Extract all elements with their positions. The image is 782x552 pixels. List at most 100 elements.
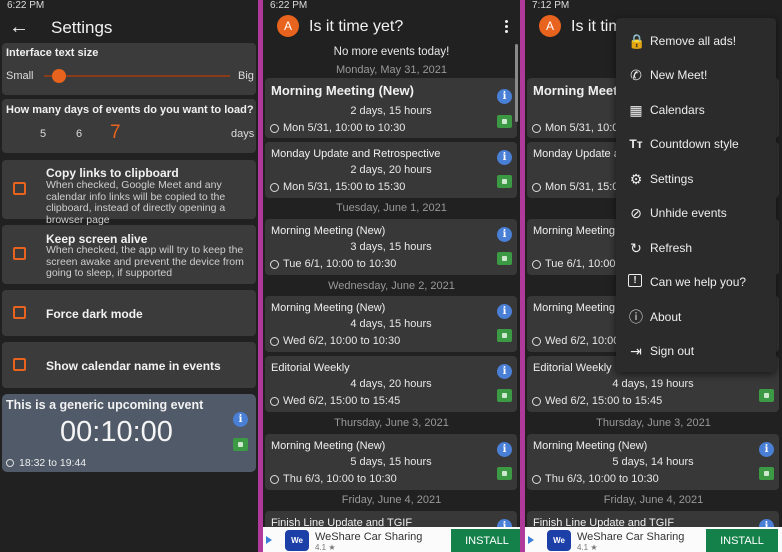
text-size-slider[interactable] — [44, 75, 230, 77]
menu-item-label: Sign out — [650, 344, 695, 358]
event-title: Morning Meeting (New) — [271, 225, 386, 237]
status-time: 7:12 PM — [532, 0, 570, 11]
option-copy-links[interactable]: Copy links to clipboard When checked, Go… — [2, 160, 256, 225]
screenshot-collage: 6:22 PM ← Settings Interface text size S… — [0, 0, 782, 552]
event-countdown: 2 days, 15 hours — [350, 105, 432, 117]
app-title: Is it time yet? — [309, 18, 404, 35]
checkbox[interactable] — [13, 182, 26, 195]
menu-item-help[interactable]: ! Can we help you? — [616, 265, 776, 299]
days-option[interactable]: 5 — [40, 128, 46, 140]
checkbox[interactable] — [13, 247, 26, 260]
menu-item-refresh[interactable]: ↻ Refresh — [616, 231, 776, 265]
clock-icon — [532, 397, 541, 406]
meet-icon[interactable] — [759, 389, 774, 402]
date-header: Wednesday, June 2, 2021 — [328, 280, 455, 292]
avatar[interactable]: A — [539, 15, 561, 37]
meet-icon[interactable] — [233, 438, 248, 451]
info-icon[interactable]: i — [233, 412, 248, 427]
days-card: How many days of events do you want to l… — [2, 99, 256, 153]
days-option-selected[interactable]: 7 — [110, 122, 121, 144]
back-arrow-icon[interactable]: ← — [9, 16, 29, 39]
menu-item-label: Can we help you? — [650, 275, 747, 289]
option-force-dark-mode[interactable]: Force dark mode — [2, 290, 256, 336]
date-header: Tuesday, June 1, 2021 — [336, 202, 447, 214]
events-screen-menu-open: 7:12 PM A Is it time yet? Morning Meetin… — [525, 0, 782, 552]
meet-icon[interactable] — [497, 115, 512, 128]
option-show-calendar-name[interactable]: Show calendar name in events — [2, 342, 256, 388]
event-countdown: 4 days, 20 hours — [350, 378, 432, 390]
event-card[interactable]: Morning Meeting (New) 3 days, 15 hours T… — [265, 219, 517, 275]
slider-thumb[interactable] — [51, 69, 66, 83]
ad-choices-icon[interactable] — [266, 536, 272, 544]
alarm-off-icon: ⊘ — [630, 205, 642, 221]
scrollbar[interactable] — [515, 44, 518, 122]
ad-rating: 4.1 ★ — [315, 543, 336, 552]
install-button[interactable]: INSTALL — [706, 529, 778, 552]
info-icon[interactable]: i — [497, 150, 512, 165]
option-title: Copy links to clipboard — [46, 166, 179, 180]
event-title: Morning Meeting (New) — [271, 440, 386, 452]
checkbox[interactable] — [13, 358, 26, 371]
meet-icon[interactable] — [497, 175, 512, 188]
preview-event-card[interactable]: This is a generic upcoming event 00:10:0… — [2, 394, 256, 472]
status-time: 6:22 PM — [7, 0, 45, 11]
meet-icon[interactable] — [759, 467, 774, 480]
event-countdown: 5 days, 15 hours — [350, 456, 432, 468]
info-icon[interactable]: i — [497, 442, 512, 457]
menu-item-label: New Meet! — [650, 68, 708, 82]
menu-item-unhide-events[interactable]: ⊘ Unhide events — [616, 196, 776, 230]
event-title: Morning Meeting (New) — [533, 440, 648, 452]
event-time: Wed 6/2, 10:00 to 10:30 — [283, 335, 401, 347]
event-card[interactable]: Morning Meeting (New) 5 days, 14 hours T… — [527, 434, 779, 490]
event-card[interactable]: Monday Update and Retrospective 2 days, … — [265, 142, 517, 198]
event-countdown: 3 days, 15 hours — [350, 241, 432, 253]
menu-item-label: Settings — [650, 172, 694, 186]
menu-item-remove-ads[interactable]: 🔒 Remove all ads! — [616, 24, 776, 58]
calendar-icon: ▦ — [629, 102, 643, 118]
info-icon[interactable]: i — [497, 304, 512, 319]
menu-item-label: Calendars — [650, 103, 705, 117]
event-title: Morning Meeting (New) — [271, 302, 386, 314]
event-card[interactable]: Morning Meeting (New) 5 days, 15 hours T… — [265, 434, 517, 490]
days-unit: days — [231, 128, 255, 140]
info-icon[interactable]: i — [497, 364, 512, 379]
date-header: Friday, June 4, 2021 — [603, 494, 704, 506]
days-option[interactable]: 6 — [76, 128, 82, 140]
menu-item-sign-out[interactable]: ⇥ Sign out — [616, 334, 776, 368]
text-size-small-label: Small — [6, 70, 34, 82]
meet-icon[interactable] — [497, 252, 512, 265]
meet-icon[interactable] — [497, 329, 512, 342]
option-description: When checked, Google Meet and any calend… — [46, 179, 226, 226]
menu-item-new-meet[interactable]: ✆ New Meet! — [616, 58, 776, 92]
clock-icon — [270, 397, 279, 406]
meet-icon[interactable] — [497, 389, 512, 402]
event-card[interactable]: Morning Meeting (New) 4 days, 15 hours W… — [265, 296, 517, 352]
gear-icon: ⚙ — [629, 171, 643, 187]
menu-item-countdown-style[interactable]: Tт Countdown style — [616, 127, 776, 161]
avatar[interactable]: A — [277, 15, 299, 37]
menu-item-calendars[interactable]: ▦ Calendars — [616, 93, 776, 127]
checkbox[interactable] — [13, 306, 26, 319]
menu-item-settings[interactable]: ⚙ Settings — [616, 162, 776, 196]
event-countdown: 4 days, 15 hours — [350, 318, 432, 330]
ad-choices-icon[interactable] — [528, 536, 534, 544]
meet-icon[interactable] — [497, 467, 512, 480]
option-keep-screen-alive[interactable]: Keep screen alive When checked, the app … — [2, 225, 256, 284]
event-countdown: 4 days, 19 hours — [612, 378, 694, 390]
more-vert-icon[interactable] — [505, 20, 508, 35]
ad-banner[interactable]: We WeShare Car Sharing 4.1 ★ INSTALL — [525, 527, 782, 552]
text-size-big-label: Big — [238, 70, 254, 82]
install-button[interactable]: INSTALL — [451, 529, 520, 552]
info-icon[interactable]: i — [497, 227, 512, 242]
menu-item-about[interactable]: ⓘ About — [616, 300, 776, 334]
settings-toolbar: ← Settings — [0, 14, 258, 42]
event-card[interactable]: Editorial Weekly 4 days, 20 hours Wed 6/… — [265, 356, 517, 412]
event-time: Wed 6/2, 15:00 to 15:45 — [283, 395, 401, 407]
phone-icon: ✆ — [630, 67, 642, 83]
date-header: Friday, June 4, 2021 — [341, 494, 442, 506]
event-time: Mon 5/31, 10:00 to 10:30 — [283, 122, 406, 134]
event-card[interactable]: Morning Meeting (New) 2 days, 15 hours M… — [265, 78, 517, 138]
info-icon[interactable]: i — [759, 442, 774, 457]
info-icon[interactable]: i — [497, 89, 512, 104]
ad-banner[interactable]: We WeShare Car Sharing 4.1 ★ INSTALL — [263, 527, 520, 552]
